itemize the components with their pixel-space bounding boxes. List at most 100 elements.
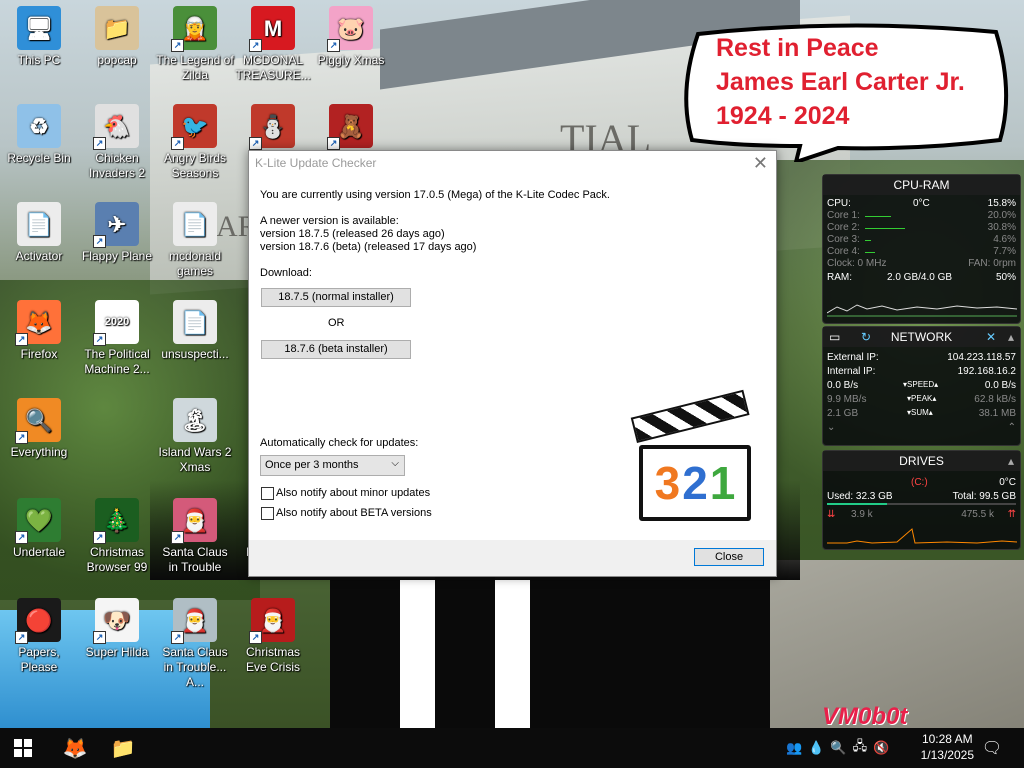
drives-title-bar: DRIVES ▴ bbox=[823, 451, 1020, 471]
normal-installer-button[interactable]: 18.7.5 (normal installer) bbox=[261, 288, 411, 307]
desktop-icon[interactable]: 🖥 This PC bbox=[0, 6, 78, 68]
app-icon: ♻ bbox=[17, 104, 61, 148]
close-button[interactable]: Close bbox=[694, 548, 764, 566]
desktop-icon[interactable]: 🎅 ↗ Christmas Eve Crisis bbox=[234, 598, 312, 675]
desktop-icon[interactable]: 📄 Activator bbox=[0, 202, 78, 264]
desktop-icon[interactable]: 📄 mcdonald games bbox=[156, 202, 234, 279]
speed-label: ▾SPEED▴ bbox=[903, 380, 939, 389]
people-icon[interactable]: 👥 bbox=[786, 740, 802, 756]
desktop-icon[interactable]: 🎅 ↗ Santa Claus in Trouble... A... bbox=[156, 598, 234, 690]
desktop-icon-label: The Political Machine 2... bbox=[84, 347, 150, 376]
read-arrow-icon: ⇊ bbox=[827, 509, 836, 520]
desktop-icon-label: Angry Birds Seasons bbox=[163, 151, 227, 180]
expand-up-icon[interactable]: ⌃ bbox=[1008, 422, 1016, 433]
shortcut-arrow-icon: ↗ bbox=[15, 531, 28, 544]
desktop-icon[interactable]: 🦊 ↗ Firefox bbox=[0, 300, 78, 362]
cpu-ram-gadget: CPU-RAM CPU: 0°C 15.8% Core 1: 20.0% Core … bbox=[822, 174, 1021, 324]
start-button[interactable] bbox=[0, 728, 46, 768]
desktop-icon[interactable]: 💚 ↗ Undertale bbox=[0, 498, 78, 560]
dialog-titlebar[interactable]: K-Lite Update Checker ✕ bbox=[249, 151, 776, 175]
drive-used: Used: 32.3 GB bbox=[827, 491, 893, 502]
logo-digit-3: 3 bbox=[654, 457, 681, 509]
collapse-up-icon[interactable]: ▴ bbox=[1008, 327, 1014, 347]
desktop-icon[interactable]: ♻ Recycle Bin bbox=[0, 104, 78, 166]
desktop-icon-label: mcdonald games bbox=[168, 249, 222, 278]
desktop-icon[interactable]: 🐔 ↗ Chicken Invaders 2 bbox=[78, 104, 156, 181]
update-frequency-select[interactable]: Once per 3 months ⌵ bbox=[260, 455, 405, 476]
desktop-icon-label: Flappy Plane bbox=[81, 249, 153, 263]
clock-time: 10:28 AM bbox=[921, 732, 973, 746]
desktop-icon[interactable]: 📄 unsuspecti... bbox=[156, 300, 234, 362]
drives-title: DRIVES bbox=[899, 454, 944, 468]
monitor-icon[interactable]: ▭ bbox=[829, 327, 840, 347]
cpu-clock: Clock: 0 MHz bbox=[827, 258, 887, 269]
desktop-icon[interactable]: 🐷 ↗ Piggly Xmas bbox=[312, 6, 390, 68]
memorial-speech-bubble: Rest in Peace James Earl Carter Jr. 1924… bbox=[678, 22, 1014, 166]
beta-installer-button[interactable]: 18.7.6 (beta installer) bbox=[261, 340, 411, 359]
app-icon: 📄 bbox=[173, 300, 217, 344]
desktop-icon[interactable]: 🔴 ↗ Papers, Please bbox=[0, 598, 78, 675]
auto-check-label: Automatically check for updates: bbox=[260, 437, 419, 449]
desktop-icon[interactable]: 🎄 ↗ Christmas Browser 99 bbox=[78, 498, 156, 575]
core-name: Core 1: bbox=[827, 210, 860, 221]
version-beta-text: version 18.7.6 (beta) (released 17 days … bbox=[260, 241, 477, 253]
volume-muted-icon[interactable]: 🔇 bbox=[873, 740, 889, 756]
ram-label: RAM: bbox=[827, 272, 852, 283]
shortcut-arrow-icon: ↗ bbox=[171, 531, 184, 544]
drive-temp: 0°C bbox=[999, 477, 1016, 488]
klite-update-dialog: K-Lite Update Checker ✕ You are currentl… bbox=[248, 150, 777, 577]
core-row: Core 1: 20.0% bbox=[823, 210, 1020, 222]
shortcut-arrow-icon: ↗ bbox=[93, 333, 106, 346]
search-icon[interactable]: 🔍 bbox=[830, 740, 846, 756]
water-drop-icon[interactable]: 💧 bbox=[808, 740, 824, 756]
desktop-icon[interactable]: M ↗ MCDONAL TREASURE... bbox=[234, 6, 312, 83]
expand-down-icon[interactable]: ⌄ bbox=[827, 422, 835, 433]
shortcut-arrow-icon: ↗ bbox=[15, 631, 28, 644]
app-icon: 📁 bbox=[95, 6, 139, 50]
refresh-icon[interactable]: ↻ bbox=[861, 327, 871, 347]
desktop-icon[interactable]: 📁 popcap bbox=[78, 6, 156, 68]
minor-updates-checkbox[interactable] bbox=[261, 487, 274, 500]
ram-graph bbox=[827, 304, 1017, 317]
desktop-icon[interactable]: 2020 ↗ The Political Machine 2... bbox=[78, 300, 156, 377]
desktop-icon[interactable]: 🧝 ↗ The Legend of Zilda bbox=[156, 6, 234, 83]
desktop-icon[interactable]: 🔍 ↗ Everything bbox=[0, 398, 78, 460]
external-ip-label: External IP: bbox=[827, 352, 879, 363]
shortcut-arrow-icon: ↗ bbox=[93, 137, 106, 150]
app-icon: 📄 bbox=[173, 202, 217, 246]
app-icon: 🔴 ↗ bbox=[15, 598, 61, 644]
beta-versions-checkbox[interactable] bbox=[261, 507, 274, 520]
bubble-line-1: Rest in Peace bbox=[716, 34, 879, 62]
desktop-icon[interactable]: 🐦 ↗ Angry Birds Seasons bbox=[156, 104, 234, 181]
shortcut-arrow-icon: ↗ bbox=[171, 39, 184, 52]
core-name: Core 4: bbox=[827, 246, 860, 257]
desktop-icon-label: Christmas Eve Crisis bbox=[245, 645, 300, 674]
desktop-icon[interactable]: 🧸 ↗ bbox=[312, 104, 390, 151]
desktop-icon[interactable]: 🐶 ↗ Super Hilda bbox=[78, 598, 156, 660]
tools-icon[interactable]: ✕ bbox=[986, 327, 996, 347]
drive-usage-bar bbox=[827, 503, 1016, 505]
clock-date: 1/13/2025 bbox=[920, 748, 974, 762]
core-name: Core 2: bbox=[827, 222, 860, 233]
desktop-icon[interactable]: 🎅 ↗ Santa Claus in Trouble bbox=[156, 498, 234, 575]
speed-up: 0.0 B/s bbox=[984, 380, 1016, 391]
shortcut-arrow-icon: ↗ bbox=[327, 137, 340, 150]
core-percent: 20.0% bbox=[987, 210, 1016, 221]
desktop-icon[interactable]: 🏝 Island Wars 2 Xmas bbox=[156, 398, 234, 475]
file-explorer-taskbar-icon[interactable]: 📁 bbox=[100, 728, 146, 768]
chevron-down-icon: ⌵ bbox=[391, 458, 399, 469]
collapse-up-icon[interactable]: ▴ bbox=[1008, 451, 1014, 471]
firefox-taskbar-icon[interactable]: 🦊 bbox=[52, 728, 98, 768]
notification-center-icon[interactable]: 🗨 bbox=[978, 728, 1006, 768]
taskbar-clock[interactable]: 10:28 AM 1/13/2025 bbox=[921, 731, 974, 763]
external-ip-value: 104.223.118.57 bbox=[947, 352, 1016, 363]
dialog-footer: Close bbox=[249, 540, 776, 576]
desktop-icon[interactable]: ✈ ↗ Flappy Plane bbox=[78, 202, 156, 264]
desktop-icon-label: Chicken Invaders 2 bbox=[88, 151, 146, 180]
shortcut-arrow-icon: ↗ bbox=[93, 531, 106, 544]
app-icon: 2020 ↗ bbox=[93, 300, 139, 346]
close-icon[interactable]: ✕ bbox=[753, 151, 768, 175]
network-icon[interactable]: 🖧 bbox=[853, 737, 868, 759]
peak-label: ▾PEAK▴ bbox=[907, 394, 937, 403]
app-icon: 💚 ↗ bbox=[15, 498, 61, 544]
